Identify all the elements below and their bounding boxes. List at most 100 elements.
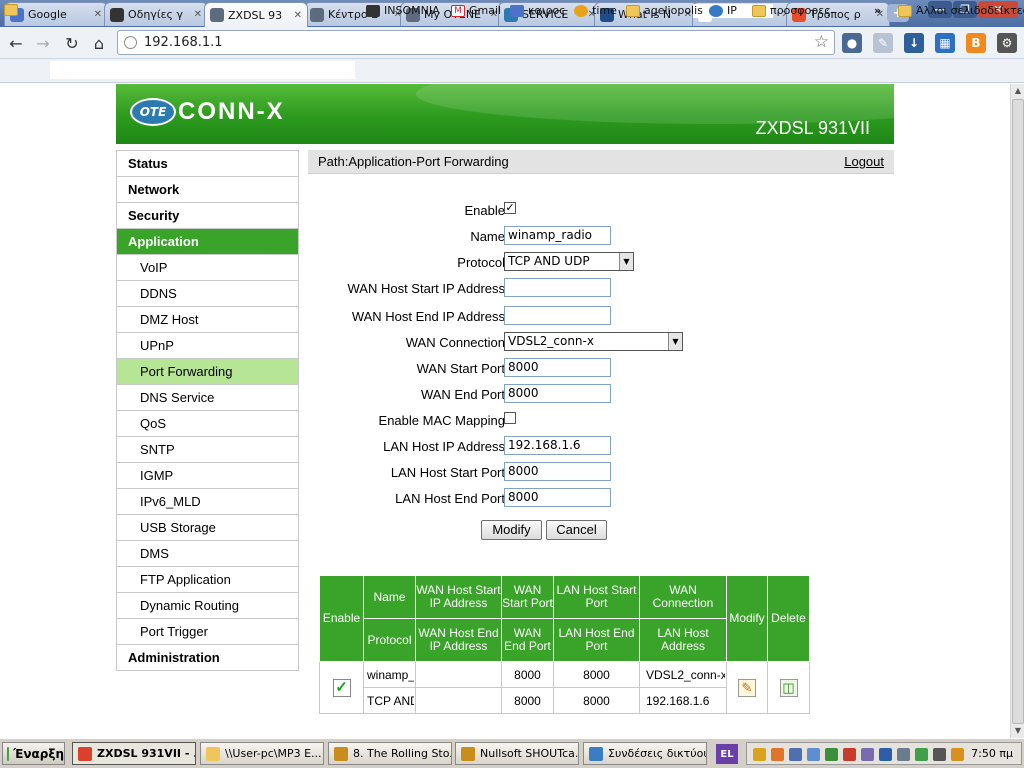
shield-icon[interactable] [843,748,856,761]
taskbar-task[interactable]: Συνδέσεις δικτύου [583,742,707,765]
sidebar-item-network[interactable]: Network [117,176,298,202]
trash-icon[interactable]: ◫ [779,678,798,697]
sidebar-item-administration[interactable]: Administration [117,644,298,670]
sidebar-item-igmp[interactable]: IGMP [117,462,298,488]
sidebar-item-dns-service[interactable]: DNS Service [117,384,298,410]
chrome-icon [78,746,92,761]
row-actions: Modify Cancel [308,520,894,542]
bookmark-star-icon[interactable]: ☆ [814,32,829,52]
sidebar-item-upnp[interactable]: UPnP [117,332,298,358]
url-text[interactable]: 192.168.1.1 [144,35,223,50]
start-button[interactable]: Έναρξη [2,742,65,765]
scroll-thumb[interactable] [1012,99,1024,724]
sidebar-item-status[interactable]: Status [117,150,298,176]
sidebar-item-security[interactable]: Security [117,202,298,228]
back-icon[interactable]: ← [6,33,26,53]
bookmark-folder-1[interactable] [4,4,22,16]
enable-checkbox[interactable]: ✓ [504,202,516,214]
sidebar-item-sntp[interactable]: SNTP [117,436,298,462]
tray-app-icon[interactable] [933,748,946,761]
wan-start-port-input[interactable]: 8000 [504,358,611,377]
home-icon[interactable]: ⌂ [89,33,109,53]
logout-link[interactable]: Logout [844,154,884,169]
tray-app-icon[interactable] [753,748,766,761]
taskbar-task[interactable]: ZXDSL 931VII - ... [72,742,196,765]
bookmarks-overflow-chevron[interactable]: » [874,4,881,17]
taskbar-task[interactable]: 8. The Rolling Sto... [328,742,452,765]
scroll-down-icon[interactable]: ▼ [1013,726,1023,736]
other-bookmarks[interactable]: Άλλοι σελιδοδείκτες [898,4,1024,17]
browser-tab[interactable]: Οδηγίες γ ✕ [104,2,208,26]
sidebar-item-usb-storage[interactable]: USB Storage [117,514,298,540]
lan-host-ip-label: LAN Host IP Address [383,439,505,454]
sidebar-item-dynamic-routing[interactable]: Dynamic Routing [117,592,298,618]
bookmark-ip[interactable]: IP [709,4,737,17]
protocol-select[interactable]: TCP AND UDP ▼ [504,252,634,271]
wrench-menu-icon[interactable]: ⚙ [997,33,1017,53]
tab-close-icon[interactable]: ✕ [294,10,302,21]
bookmark-kairos[interactable]: καιρος [510,4,566,17]
wan-end-port-input[interactable]: 8000 [504,384,611,403]
tray-app-icon[interactable] [915,748,928,761]
reload-icon[interactable]: ↻ [62,33,82,53]
tray-app-icon[interactable] [789,748,802,761]
bookmark-label: Gmail [469,4,502,17]
sidebar-item-voip[interactable]: VoIP [117,254,298,280]
wan-host-start-ip-input[interactable] [504,278,611,297]
camera-extension-icon[interactable]: ● [842,33,862,53]
wan-connection-select[interactable]: VDSL2_conn-x ▼ [504,332,683,351]
bookmark-ageliopolis[interactable]: ageliopolis [626,4,703,17]
tab-close-icon[interactable]: ✕ [194,9,202,20]
lan-host-start-port-input[interactable]: 8000 [504,462,611,481]
sidebar-item-dmz-host[interactable]: DMZ Host [117,306,298,332]
dropdown-arrow-icon[interactable]: ▼ [668,333,682,350]
modify-button[interactable]: Modify [481,520,542,540]
download-extension-icon[interactable]: ↓ [904,33,924,53]
bookmark-insomnia[interactable]: INSOMNIA [366,4,440,17]
lan-host-ip-input[interactable]: 192.168.1.6 [504,436,611,455]
rule-lan-host-end-port-cell: 8000 [553,687,640,714]
bookmark-gmail[interactable]: M Gmail [451,4,501,17]
windows-taskbar: Έναρξη EL 7:50 πμ ZXDSL 931VII - ... \\Us… [0,738,1024,768]
tray-app-icon[interactable] [825,748,838,761]
network-icon [589,746,603,761]
sidebar-item-port-forwarding[interactable]: Port Forwarding [117,358,298,384]
page-scrollbar[interactable]: ▲ ▼ [1010,84,1024,738]
col-delete: Delete [767,575,810,662]
cancel-button[interactable]: Cancel [546,520,607,540]
scroll-up-icon[interactable]: ▲ [1013,86,1023,96]
blogger-extension-icon[interactable]: B [966,33,986,53]
dropdown-arrow-icon[interactable]: ▼ [619,253,633,270]
tray-app-icon[interactable] [897,748,910,761]
edit-icon[interactable]: ✎ [738,678,756,697]
col-wan-start-port: WAN Start Port [501,575,554,619]
sidebar-item-ddns[interactable]: DDNS [117,280,298,306]
taskbar-task[interactable]: Nullsoft SHOUTca... [455,742,579,765]
tray-app-icon[interactable] [807,748,820,761]
wan-host-end-ip-input[interactable] [504,306,611,325]
sidebar-item-application[interactable]: Application [117,228,298,254]
browser-tab[interactable]: ZXDSL 93 ✕ [204,2,308,27]
sidebar-item-ftp-application[interactable]: FTP Application [117,566,298,592]
sidebar-item-port-trigger[interactable]: Port Trigger [117,618,298,644]
tab-close-icon[interactable]: ✕ [94,9,102,20]
volume-icon[interactable] [879,748,892,761]
address-bar[interactable]: 192.168.1.1 ☆ [117,30,835,55]
calendar-extension-icon[interactable]: ▦ [935,33,955,53]
name-input[interactable]: winamp_radio [504,226,611,245]
tray-app-icon[interactable] [771,748,784,761]
sidebar-item-dms[interactable]: DMS [117,540,298,566]
forward-icon[interactable]: → [33,33,53,53]
bookmark-time[interactable]: time [574,4,617,17]
pen-extension-icon[interactable]: ✎ [873,33,893,53]
sidebar-item-ipv6-mld[interactable]: IPv6_MLD [117,488,298,514]
wan-start-port-label: WAN Start Port [416,361,505,376]
bookmark-prosfores[interactable]: προσφορες [752,4,831,17]
taskbar-task[interactable]: \\User-pc\MP3 E... [200,742,324,765]
sidebar-item-qos[interactable]: QoS [117,410,298,436]
lan-host-end-port-input[interactable]: 8000 [504,488,611,507]
language-indicator[interactable]: EL [716,744,738,764]
network-icon[interactable] [951,748,964,761]
enable-mac-mapping-checkbox[interactable] [504,412,516,424]
tray-app-icon[interactable] [861,748,874,761]
